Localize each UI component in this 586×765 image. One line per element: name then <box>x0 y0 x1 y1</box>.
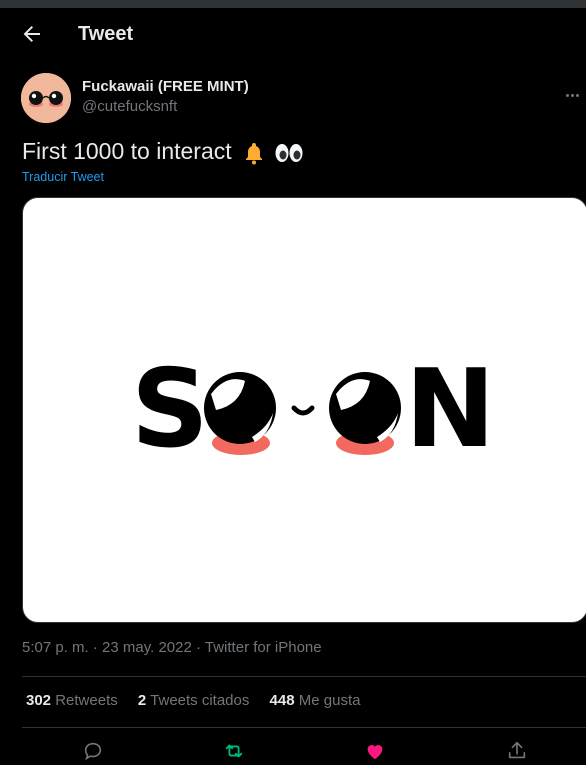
page-title: Tweet <box>78 23 134 45</box>
quotes-count: 2 <box>137 692 147 709</box>
tweet-time[interactable]: 5:07 p. m. <box>22 639 89 656</box>
page-header: Tweet <box>0 8 586 60</box>
tweet-meta: 5:07 p. m. · 23 may. 2022 · Twitter for … <box>22 639 322 656</box>
retweets-count: 302 <box>26 692 52 709</box>
author-handle[interactable]: @cutefucksnft <box>82 98 177 115</box>
tweet-text-body: First 1000 to interact <box>22 138 232 164</box>
bell-emoji-icon <box>246 142 263 165</box>
divider <box>22 727 586 728</box>
retweet-icon[interactable] <box>223 740 245 762</box>
reply-icon[interactable] <box>82 740 104 762</box>
like-icon[interactable] <box>364 740 386 762</box>
likes-label: Me gusta <box>298 692 361 709</box>
more-options-icon[interactable] <box>566 84 586 97</box>
svg-text:N: N <box>405 347 495 472</box>
quotes-label: Tweets citados <box>150 692 250 709</box>
avatar-face-icon <box>21 73 71 123</box>
likes-stat[interactable]: 448 Me gusta <box>270 692 361 709</box>
retweets-label: Retweets <box>55 692 118 709</box>
eyes-emoji-icon <box>275 143 303 162</box>
svg-text:S: S <box>131 347 209 472</box>
divider <box>22 676 586 677</box>
back-arrow-icon[interactable] <box>20 22 44 46</box>
share-icon[interactable] <box>506 740 528 762</box>
retweets-stat[interactable]: 302 Retweets <box>26 692 118 709</box>
tweet-image[interactable]: S N <box>22 197 586 623</box>
likes-count: 448 <box>269 692 295 709</box>
tweet-actions <box>0 738 586 765</box>
tweet-source[interactable]: Twitter for iPhone <box>205 639 322 656</box>
window-top-bar <box>0 0 586 8</box>
quotes-stat[interactable]: 2 Tweets citados <box>138 692 249 709</box>
translate-tweet-link[interactable]: Traducir Tweet <box>22 170 104 184</box>
avatar[interactable] <box>21 73 71 123</box>
tweet-stats: 302 Retweets 2 Tweets citados 448 Me gus… <box>26 692 376 709</box>
tweet-date[interactable]: 23 may. 2022 <box>102 639 192 656</box>
soon-logo-image: S N <box>131 347 495 472</box>
tweet-text: First 1000 to interact <box>22 138 304 165</box>
author-display-name[interactable]: Fuckawaii (FREE MINT) <box>82 78 249 95</box>
